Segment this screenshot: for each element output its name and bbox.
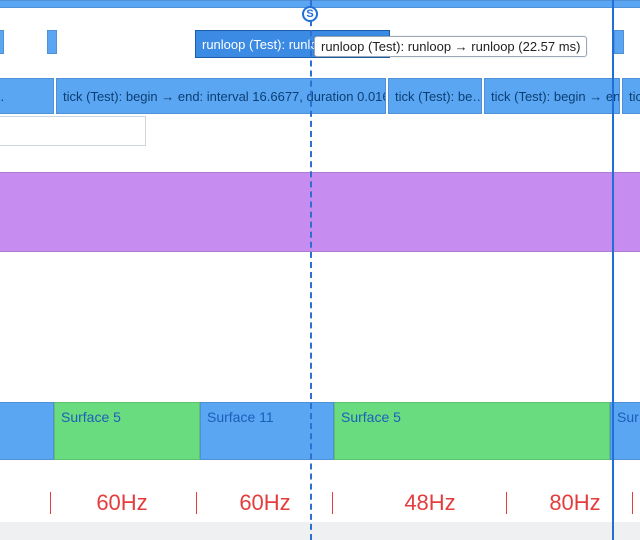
surface-span[interactable] [0, 402, 54, 460]
marker-tick[interactable] [614, 30, 624, 54]
footer-strip [0, 522, 640, 540]
span-label: tick (Test): be… [395, 89, 482, 104]
hz-tick [632, 492, 633, 514]
hover-tooltip: runloop (Test): runloop → runloop (22.57… [314, 36, 587, 57]
hz-label: 48Hz [380, 490, 480, 516]
surface-span[interactable]: Surface 5 [334, 402, 610, 460]
hz-tick [506, 492, 507, 514]
span-label: in → en… [0, 89, 5, 104]
playhead-line[interactable] [310, 0, 312, 540]
marker-tick[interactable] [47, 30, 57, 54]
surface-span[interactable]: Surface 11 [200, 402, 334, 460]
hz-label: 60Hz [72, 490, 172, 516]
surface-label: Surface 5 [341, 409, 401, 425]
surface-label: Surface 11 [207, 409, 274, 425]
surface-label: Sur [617, 409, 639, 425]
tick-span[interactable]: tick (Test): begin → end: interval 16.66… [56, 78, 386, 114]
span-label: runloop (Test): runloop [202, 37, 332, 52]
hz-tick [50, 492, 51, 514]
tooltip-text: runloop (Test): runloop → runloop (22.57… [321, 39, 580, 54]
child-span[interactable] [0, 116, 146, 146]
span-label: tick (Test): begin → end: interval 16.66… [63, 89, 386, 104]
surface-span[interactable]: Sur [610, 402, 640, 460]
span-label: tick (Test): begin → en… [491, 89, 620, 104]
hz-label: 80Hz [530, 490, 620, 516]
ruler-strip[interactable] [0, 0, 640, 8]
hz-label: 60Hz [220, 490, 310, 516]
span-label: tic [629, 89, 640, 104]
range-end-line[interactable] [612, 0, 614, 540]
hz-tick [196, 492, 197, 514]
marker-label: S [306, 8, 313, 20]
playhead-start-marker[interactable]: S [302, 6, 318, 22]
tick-span[interactable]: tic [622, 78, 640, 114]
tick-span[interactable]: in → en… [0, 78, 54, 114]
surface-span[interactable]: Surface 5 [54, 402, 200, 460]
marker-tick[interactable] [0, 30, 4, 54]
purple-span[interactable] [0, 172, 640, 252]
tick-span[interactable]: tick (Test): be… [388, 78, 482, 114]
tick-span[interactable]: tick (Test): begin → en… [484, 78, 620, 114]
hz-tick [332, 492, 333, 514]
surface-label: Surface 5 [61, 409, 121, 425]
